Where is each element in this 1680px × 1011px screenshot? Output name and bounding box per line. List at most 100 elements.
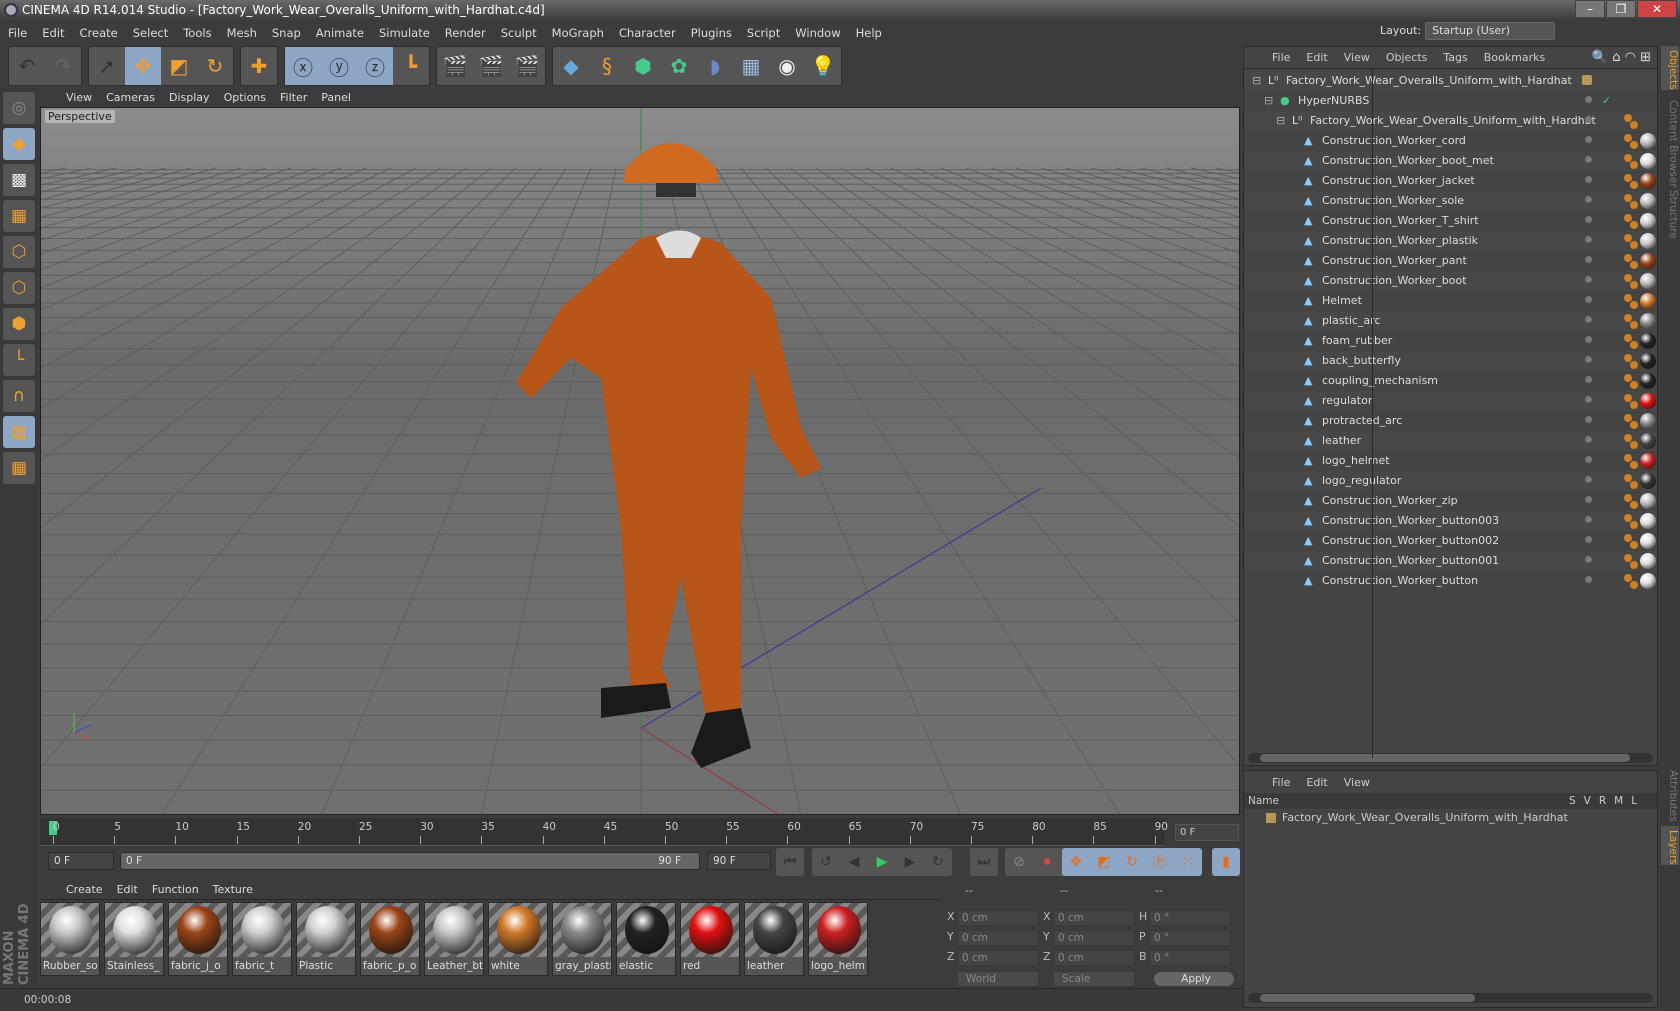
- move-icon[interactable]: ✥: [125, 47, 161, 85]
- phong-tag-icon[interactable]: [1624, 154, 1632, 162]
- render-picture-viewer-icon[interactable]: 🎬: [473, 47, 509, 85]
- material-swatch[interactable]: Stainless_: [104, 902, 164, 976]
- timeline-window-button[interactable]: ▮: [1212, 848, 1240, 876]
- material-swatch[interactable]: Rubber_so: [40, 902, 100, 976]
- object-row[interactable]: ▲ regulator: [1244, 391, 1657, 411]
- material-tag-icon[interactable]: [1640, 173, 1656, 189]
- rotate-icon[interactable]: ↻: [197, 47, 233, 85]
- object-row[interactable]: ▲ Construction_Worker_pant: [1244, 251, 1657, 271]
- objects-menu-bookmarks[interactable]: Bookmarks: [1484, 51, 1545, 64]
- visibility-dot[interactable]: [1585, 216, 1592, 223]
- phong-tag-icon[interactable]: [1624, 194, 1632, 202]
- visibility-dot[interactable]: [1585, 516, 1592, 523]
- loop-back-icon[interactable]: ↺: [812, 854, 840, 870]
- layer-row[interactable]: Factory_Work_Wear_Overalls_Uniform_with_…: [1244, 809, 1657, 827]
- viewport-solo-icon[interactable]: ◎: [3, 92, 35, 124]
- material-swatch[interactable]: white: [488, 902, 548, 976]
- object-row[interactable]: ▲ leather: [1244, 431, 1657, 451]
- menu-help[interactable]: Help: [856, 26, 882, 40]
- undo-icon[interactable]: ↶: [9, 47, 45, 85]
- material-swatch[interactable]: fabric_p_o: [360, 902, 420, 976]
- object-row[interactable]: ▲ Construction_Worker_cord: [1244, 131, 1657, 151]
- material-tag-icon[interactable]: [1640, 213, 1656, 229]
- visibility-dot[interactable]: [1585, 236, 1592, 243]
- object-row[interactable]: ▲ Construction_Worker_boot_met: [1244, 151, 1657, 171]
- spline-icon[interactable]: §: [589, 47, 625, 85]
- viewport-menu-view[interactable]: View: [66, 91, 92, 104]
- tab-objects[interactable]: Objects: [1661, 46, 1679, 90]
- menu-sculpt[interactable]: Sculpt: [501, 26, 537, 40]
- autokey-icon[interactable]: ⏺: [1033, 854, 1061, 870]
- coord-field-z[interactable]: 0 cm: [957, 950, 1039, 966]
- object-row[interactable]: ● ⊟ HyperNURBS ✓: [1244, 91, 1657, 111]
- object-row[interactable]: ▲ Construction_Worker_plastik: [1244, 231, 1657, 251]
- menu-select[interactable]: Select: [133, 26, 168, 40]
- coord-field-h[interactable]: 0 °: [1149, 910, 1231, 926]
- phong-tag-icon[interactable]: [1624, 374, 1632, 382]
- viewport-menu-display[interactable]: Display: [169, 91, 210, 104]
- object-row[interactable]: ▲ logo_helmet: [1244, 451, 1657, 471]
- key-pla-icon[interactable]: ⁙: [1174, 854, 1202, 870]
- visibility-dot[interactable]: [1585, 316, 1592, 323]
- object-row[interactable]: ▲ Construction_Worker_T_shirt: [1244, 211, 1657, 231]
- visibility-dot[interactable]: [1585, 436, 1592, 443]
- viewport-menu-filter[interactable]: Filter: [280, 91, 307, 104]
- step-forward-icon[interactable]: ▶: [896, 854, 924, 870]
- phong-tag-icon[interactable]: [1624, 554, 1632, 562]
- minimize-button[interactable]: –: [1575, 0, 1605, 18]
- phong-tag-icon[interactable]: [1624, 254, 1632, 262]
- material-swatch[interactable]: Plastic: [296, 902, 356, 976]
- viewport-perspective[interactable]: Perspective: [40, 107, 1240, 815]
- menu-snap[interactable]: Snap: [272, 26, 301, 40]
- menu-window[interactable]: Window: [795, 26, 840, 40]
- nurbs-icon[interactable]: ⬢: [625, 47, 661, 85]
- new-panel-icon[interactable]: ⊞: [1640, 50, 1651, 65]
- layer-horizontal-scrollbar[interactable]: [1248, 993, 1653, 1003]
- visibility-dot[interactable]: [1585, 296, 1592, 303]
- object-row[interactable]: ▲ protracted_arc: [1244, 411, 1657, 431]
- visibility-dot[interactable]: [1585, 276, 1592, 283]
- material-tag-icon[interactable]: [1640, 193, 1656, 209]
- object-row[interactable]: ▲ Helmet: [1244, 291, 1657, 311]
- phong-tag-icon[interactable]: [1624, 134, 1632, 142]
- coordinate-system-icon[interactable]: ┗: [393, 47, 429, 85]
- collapse-toggle-icon[interactable]: ⊟: [1252, 75, 1264, 87]
- menu-mesh[interactable]: Mesh: [227, 26, 257, 40]
- visibility-dot[interactable]: [1585, 196, 1592, 203]
- workplane-lock-icon[interactable]: ▦: [3, 416, 35, 448]
- layer-menu-file[interactable]: File: [1272, 776, 1290, 789]
- menu-character[interactable]: Character: [619, 26, 676, 40]
- visibility-dot[interactable]: [1585, 576, 1592, 583]
- layout-dropdown[interactable]: Startup (User): [1425, 22, 1556, 40]
- object-row[interactable]: ▲ plastic_arc: [1244, 311, 1657, 331]
- objects-menu-edit[interactable]: Edit: [1306, 51, 1327, 64]
- objects-menu-view[interactable]: View: [1344, 51, 1370, 64]
- axis-mode-icon[interactable]: └: [3, 344, 35, 376]
- tab-content-browser[interactable]: Content Browser: [1661, 96, 1679, 188]
- material-menu-create[interactable]: Create: [66, 883, 103, 896]
- material-swatch[interactable]: fabric_j_o: [168, 902, 228, 976]
- coord-field-y[interactable]: 0 cm: [1053, 930, 1135, 946]
- phong-tag-icon[interactable]: [1624, 294, 1632, 302]
- coord-field-x[interactable]: 0 cm: [1053, 910, 1135, 926]
- phong-tag-icon[interactable]: [1624, 454, 1632, 462]
- objects-menu-objects[interactable]: Objects: [1386, 51, 1428, 64]
- y-axis-icon[interactable]: ⓨ: [321, 47, 357, 85]
- visibility-dot[interactable]: [1585, 416, 1592, 423]
- visibility-dot[interactable]: [1585, 496, 1592, 503]
- phong-tag-icon[interactable]: [1624, 474, 1632, 482]
- tab-attributes[interactable]: Attributes: [1661, 766, 1679, 822]
- visibility-dot[interactable]: [1585, 556, 1592, 563]
- material-tag-icon[interactable]: [1640, 533, 1656, 549]
- viewport-menu-options[interactable]: Options: [224, 91, 266, 104]
- object-row[interactable]: ▲ Construction_Worker_sole: [1244, 191, 1657, 211]
- material-swatch[interactable]: gray_plasti: [552, 902, 612, 976]
- snap-icon[interactable]: ∩: [3, 380, 35, 412]
- visibility-dot[interactable]: [1585, 256, 1592, 263]
- visibility-dot[interactable]: [1585, 336, 1592, 343]
- frame-range-slider[interactable]: 0 F 90 F: [120, 852, 700, 870]
- search-icon[interactable]: 🔍: [1592, 50, 1608, 65]
- object-row[interactable]: ▲ Construction_Worker_button: [1244, 571, 1657, 591]
- timeline-ruler[interactable]: 0 5 10 15 20 25 30 35 40 45 50 55 60 65 70 75 80 85 90: [40, 818, 1168, 846]
- render-settings-icon[interactable]: 🎬: [509, 47, 545, 85]
